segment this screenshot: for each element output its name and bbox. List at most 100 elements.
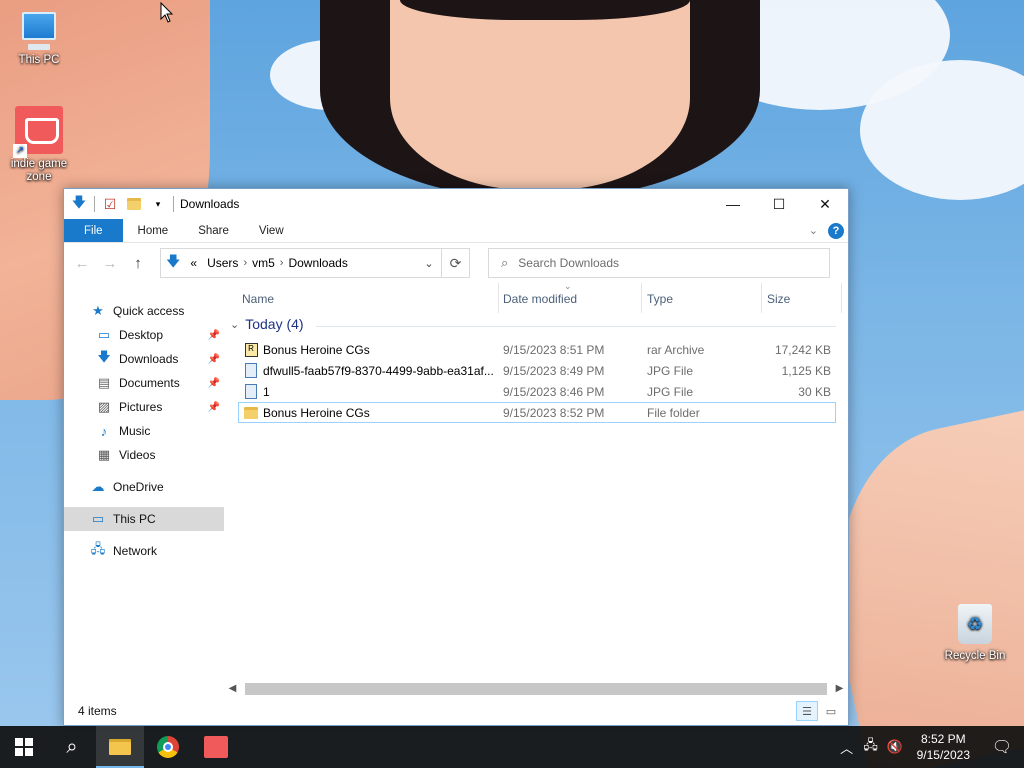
file-type: File folder: [647, 405, 700, 420]
recycle-bin-icon: ♻: [958, 604, 992, 644]
star-icon: ★: [92, 303, 104, 318]
maximize-button[interactable]: ☐: [756, 189, 802, 219]
taskbar-file-explorer[interactable]: [96, 726, 144, 768]
volume-muted-icon[interactable]: 🔇: [883, 739, 907, 755]
desktop-icon-this-pc[interactable]: This PC: [1, 12, 77, 67]
tab-file[interactable]: File: [64, 219, 123, 242]
toolbar-divider: [173, 196, 174, 212]
start-button[interactable]: [0, 726, 48, 768]
tab-home[interactable]: Home: [123, 219, 184, 242]
windows-logo-icon: [15, 738, 33, 756]
file-size: 17,242 KB: [774, 342, 831, 357]
indie-game-zone-icon: [204, 736, 228, 758]
show-hidden-icons-chevron-icon[interactable]: ︿: [835, 738, 859, 757]
nav-onedrive[interactable]: ☁ OneDrive: [64, 475, 224, 499]
nav-this-pc[interactable]: ▭ This PC: [64, 507, 224, 531]
clock-date: 9/15/2023: [916, 748, 970, 762]
column-date-modified[interactable]: Date modified: [503, 292, 577, 306]
nav-music[interactable]: ♪ Music: [64, 419, 224, 443]
search-placeholder: Search Downloads: [518, 256, 620, 270]
cloud-icon: ☁: [91, 479, 105, 494]
desktop-icon-indie-game-zone[interactable]: indie game zone: [1, 106, 77, 184]
tab-share[interactable]: Share: [183, 219, 244, 242]
search-button[interactable]: ⌕: [48, 726, 96, 768]
table-row[interactable]: 1 9/15/2023 8:46 PM JPG File 30 KB: [238, 381, 836, 402]
help-icon[interactable]: ?: [828, 222, 844, 239]
title-bar[interactable]: 🡇 ☑ ▾ Downloads — ☐ ✕: [64, 189, 848, 219]
address-history-chevron-icon[interactable]: ⌄: [417, 257, 441, 270]
customize-toolbar-chevron-icon[interactable]: ▾: [149, 195, 167, 213]
desktop-icon-recycle-bin[interactable]: ♻ Recycle Bin: [937, 604, 1013, 663]
forward-button[interactable]: →: [98, 251, 122, 275]
desktop-icon-label: indie game zone: [10, 158, 68, 183]
clock[interactable]: 8:52 PM 9/15/2023: [907, 731, 980, 763]
notification-center-icon[interactable]: 🗨: [980, 726, 1024, 768]
details-view-icon[interactable]: ☰: [796, 701, 818, 721]
pin-icon: 📌: [207, 377, 220, 389]
up-button[interactable]: ↑: [126, 251, 150, 275]
desktop-icon-label: Recycle Bin: [944, 650, 1006, 662]
search-input[interactable]: ⌕ Search Downloads: [488, 248, 830, 278]
music-icon: ♪: [100, 423, 108, 439]
status-bar: 4 items ☰ ▭: [64, 697, 848, 725]
minimize-button[interactable]: —: [710, 189, 756, 219]
refresh-icon[interactable]: ⟳: [441, 249, 469, 277]
nav-videos[interactable]: ▦ Videos: [64, 443, 224, 467]
group-header-today[interactable]: ⌄ Today (4): [230, 316, 304, 332]
group-label: Today (4): [245, 316, 304, 332]
column-name[interactable]: Name: [242, 292, 274, 306]
column-size[interactable]: Size: [767, 292, 790, 306]
column-headers: Name ⌄ Date modified Type Size: [224, 281, 848, 313]
breadcrumb-users[interactable]: Users: [202, 256, 243, 270]
column-type[interactable]: Type: [647, 292, 673, 306]
download-arrow-icon: 🡇: [71, 194, 87, 210]
nav-desktop[interactable]: ▭ Desktop 📌: [64, 323, 224, 347]
item-count: 4 items: [78, 704, 117, 718]
breadcrumb-downloads[interactable]: Downloads: [283, 256, 352, 270]
nav-network[interactable]: 🖧 Network: [64, 539, 224, 563]
tab-view[interactable]: View: [244, 219, 299, 242]
taskbar-indie-game-zone[interactable]: [192, 726, 240, 768]
horizontal-scrollbar[interactable]: ◀ ▶: [224, 680, 848, 697]
nav-downloads[interactable]: 🡇 Downloads 📌: [64, 347, 224, 371]
search-icon: ⌕: [501, 255, 509, 270]
collapse-chevron-icon[interactable]: ⌄: [230, 318, 239, 331]
new-folder-icon[interactable]: [125, 195, 143, 213]
scrollbar-thumb[interactable]: [245, 682, 827, 695]
videos-icon: ▦: [97, 447, 111, 462]
taskbar-chrome[interactable]: [144, 726, 192, 768]
close-button[interactable]: ✕: [802, 189, 848, 219]
file-name: dfwull5-faab57f9-8370-4499-9abb-ea31af..…: [263, 363, 494, 378]
properties-icon[interactable]: ☑: [101, 195, 119, 213]
nav-documents[interactable]: ▤ Documents 📌: [64, 371, 224, 395]
file-type: rar Archive: [647, 342, 705, 357]
address-overflow[interactable]: «: [185, 256, 202, 270]
file-date: 9/15/2023 8:52 PM: [503, 405, 605, 420]
documents-icon: ▤: [97, 375, 111, 390]
table-row[interactable]: dfwull5-faab57f9-8370-4499-9abb-ea31af..…: [238, 360, 836, 381]
rar-archive-icon: R: [243, 342, 259, 358]
nav-quick-access[interactable]: ★ Quick access: [64, 299, 224, 323]
nav-pictures[interactable]: ▨ Pictures 📌: [64, 395, 224, 419]
nav-label: Videos: [119, 448, 156, 462]
table-row[interactable]: Bonus Heroine CGs 9/15/2023 8:52 PM File…: [238, 402, 836, 423]
file-date: 9/15/2023 8:46 PM: [503, 384, 605, 399]
large-icons-view-icon[interactable]: ▭: [820, 701, 842, 721]
file-size: 1,125 KB: [781, 363, 831, 378]
address-bar[interactable]: 🡇 « Users › vm5 › Downloads ⌄ ⟳: [160, 248, 470, 278]
back-button[interactable]: ←: [70, 251, 94, 275]
pin-icon: 📌: [207, 353, 220, 365]
breadcrumb-vm5[interactable]: vm5: [247, 256, 280, 270]
mouse-cursor-icon: [160, 2, 174, 23]
table-row[interactable]: R Bonus Heroine CGs 9/15/2023 8:51 PM ra…: [238, 339, 836, 360]
file-type: JPG File: [647, 363, 694, 378]
file-name: Bonus Heroine CGs: [263, 342, 370, 357]
network-icon[interactable]: 🖧: [859, 736, 883, 758]
expand-ribbon-chevron-icon[interactable]: ⌄: [809, 224, 818, 237]
scroll-left-icon[interactable]: ◀: [224, 683, 241, 694]
pin-icon: 📌: [207, 329, 220, 341]
computer-icon: ▭: [91, 511, 105, 526]
scroll-right-icon[interactable]: ▶: [831, 683, 848, 694]
chrome-icon: [157, 736, 179, 758]
computer-icon: [22, 12, 56, 50]
